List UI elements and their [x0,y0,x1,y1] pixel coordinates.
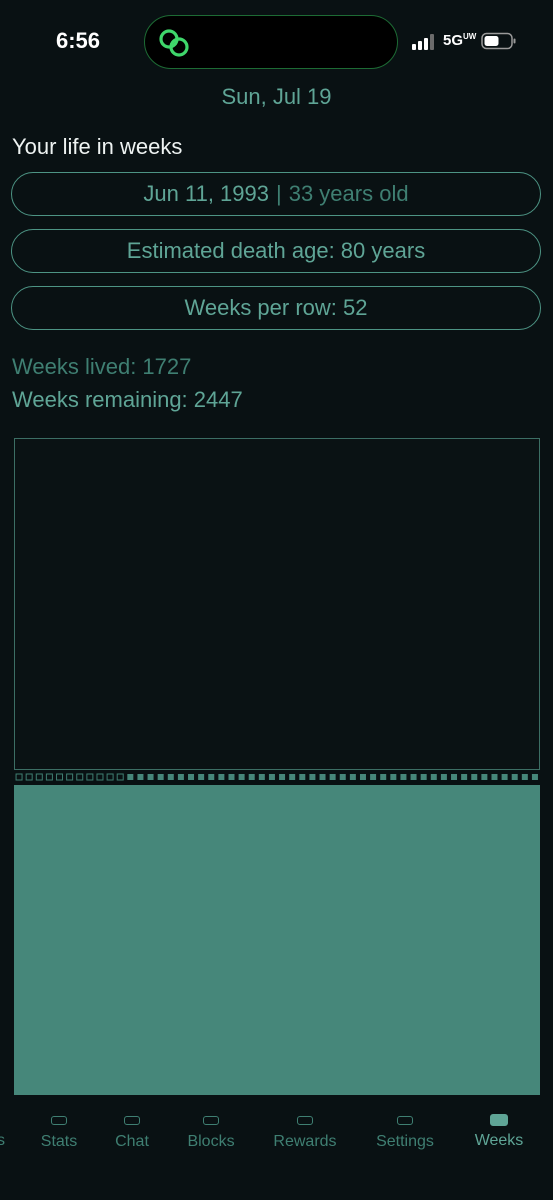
week-cell-remaining [349,774,356,780]
tab-label: Blocks [187,1133,235,1150]
tab-label: Rewards [273,1133,337,1150]
week-cell-remaining [248,774,255,780]
week-cell-remaining [208,774,215,780]
week-cell-remaining [390,774,397,780]
week-cell-remaining [218,774,225,780]
tab-bar: Stats Chat Blocks Rewards Settings Weeks [0,1110,553,1170]
week-cell-remaining [177,774,184,780]
dynamic-island[interactable] [144,15,398,69]
weeks-lived: Weeks lived: 1727 [12,354,192,379]
week-cell-remaining [279,774,286,780]
tab-weeks[interactable]: Weeks [471,1110,527,1150]
week-cell-remaining [198,774,205,780]
tab-label: Chat [115,1133,149,1150]
week-cell-remaining [531,774,538,780]
tab-settings[interactable]: Settings [371,1110,439,1151]
age-value: 33 years old [288,181,409,206]
week-cell-remaining [289,774,296,780]
week-cell-lived [86,773,94,781]
week-cell-remaining [461,774,468,780]
week-cell-remaining [430,774,437,780]
week-cell-remaining [309,774,316,780]
week-cell-lived [45,773,53,781]
weeks-per-row-button[interactable]: Weeks per row: 52 [11,286,541,330]
tab-label: Settings [376,1133,434,1150]
week-cell-lived [116,773,124,781]
week-cell-remaining [511,774,518,780]
week-cell-remaining [167,774,174,780]
week-cell-remaining [451,774,458,780]
week-cell-remaining [359,774,366,780]
separator: | [276,181,282,206]
link-icon [159,29,189,57]
week-cell-remaining [521,774,528,780]
battery-icon [481,32,516,50]
chat-tab-icon [124,1116,140,1125]
current-year-week-row [15,773,538,781]
week-cell-lived [15,773,23,781]
weeks-tab-icon [490,1114,508,1126]
week-cell-remaining [157,774,164,780]
week-cell-remaining [299,774,306,780]
week-cell-remaining [440,774,447,780]
tab-stats[interactable]: Stats [38,1110,80,1151]
status-bar: 6:56 5GUW [0,0,553,84]
week-cell-remaining [228,774,235,780]
blocks-tab-icon [203,1116,219,1125]
week-cell-remaining [147,774,154,780]
weeks-per-row-label: Weeks per row: 52 [184,295,368,320]
week-cell-remaining [339,774,346,780]
network-indicator: 5GUW [443,32,476,49]
weeks-remaining-grid [14,785,540,1095]
week-cell-lived [106,773,114,781]
week-cell-lived [76,773,84,781]
weeks-remaining: Weeks remaining: 2447 [12,387,243,412]
week-cell-remaining [370,774,377,780]
tab-label: Stats [40,1133,78,1150]
current-date: Sun, Jul 19 [221,84,332,109]
week-cell-remaining [420,774,427,780]
week-cell-remaining [137,774,144,780]
week-cell-remaining [319,774,326,780]
week-cell-remaining [127,774,134,780]
tab-label: Weeks [474,1132,524,1149]
week-cell-lived [66,773,74,781]
network-suffix: UW [463,32,477,41]
settings-tab-icon [397,1116,413,1125]
week-cell-remaining [268,774,275,780]
rewards-tab-icon [297,1116,313,1125]
status-time: 6:56 [56,28,101,53]
week-cell-lived [25,773,33,781]
week-cell-remaining [238,774,245,780]
birth-date-button[interactable]: Jun 11, 1993 | 33 years old [11,172,541,216]
week-cell-remaining [501,774,508,780]
tab-chat[interactable]: Chat [112,1110,152,1151]
week-cell-remaining [400,774,407,780]
week-cell-remaining [491,774,498,780]
death-age-button[interactable]: Estimated death age: 80 years [11,229,541,273]
week-cell-remaining [188,774,195,780]
tab-blocks[interactable]: Blocks [184,1110,238,1151]
network-label: 5G [443,32,464,49]
week-cell-lived [96,773,104,781]
birth-date-value: Jun 11, 1993 [143,181,269,206]
week-cell-remaining [471,774,478,780]
weeks-lived-grid [14,438,540,770]
week-cell-remaining [380,774,387,780]
week-cell-remaining [329,774,336,780]
week-cell-remaining [481,774,488,780]
death-age-label: Estimated death age: 80 years [126,238,426,263]
week-cell-remaining [410,774,417,780]
tab-rewards[interactable]: Rewards [270,1110,340,1151]
week-cell-lived [35,773,43,781]
week-cell-remaining [258,774,265,780]
week-cell-lived [56,773,64,781]
page-title: Your life in weeks [12,134,183,159]
stats-tab-icon [51,1116,67,1125]
cellular-signal-icon [412,34,434,50]
